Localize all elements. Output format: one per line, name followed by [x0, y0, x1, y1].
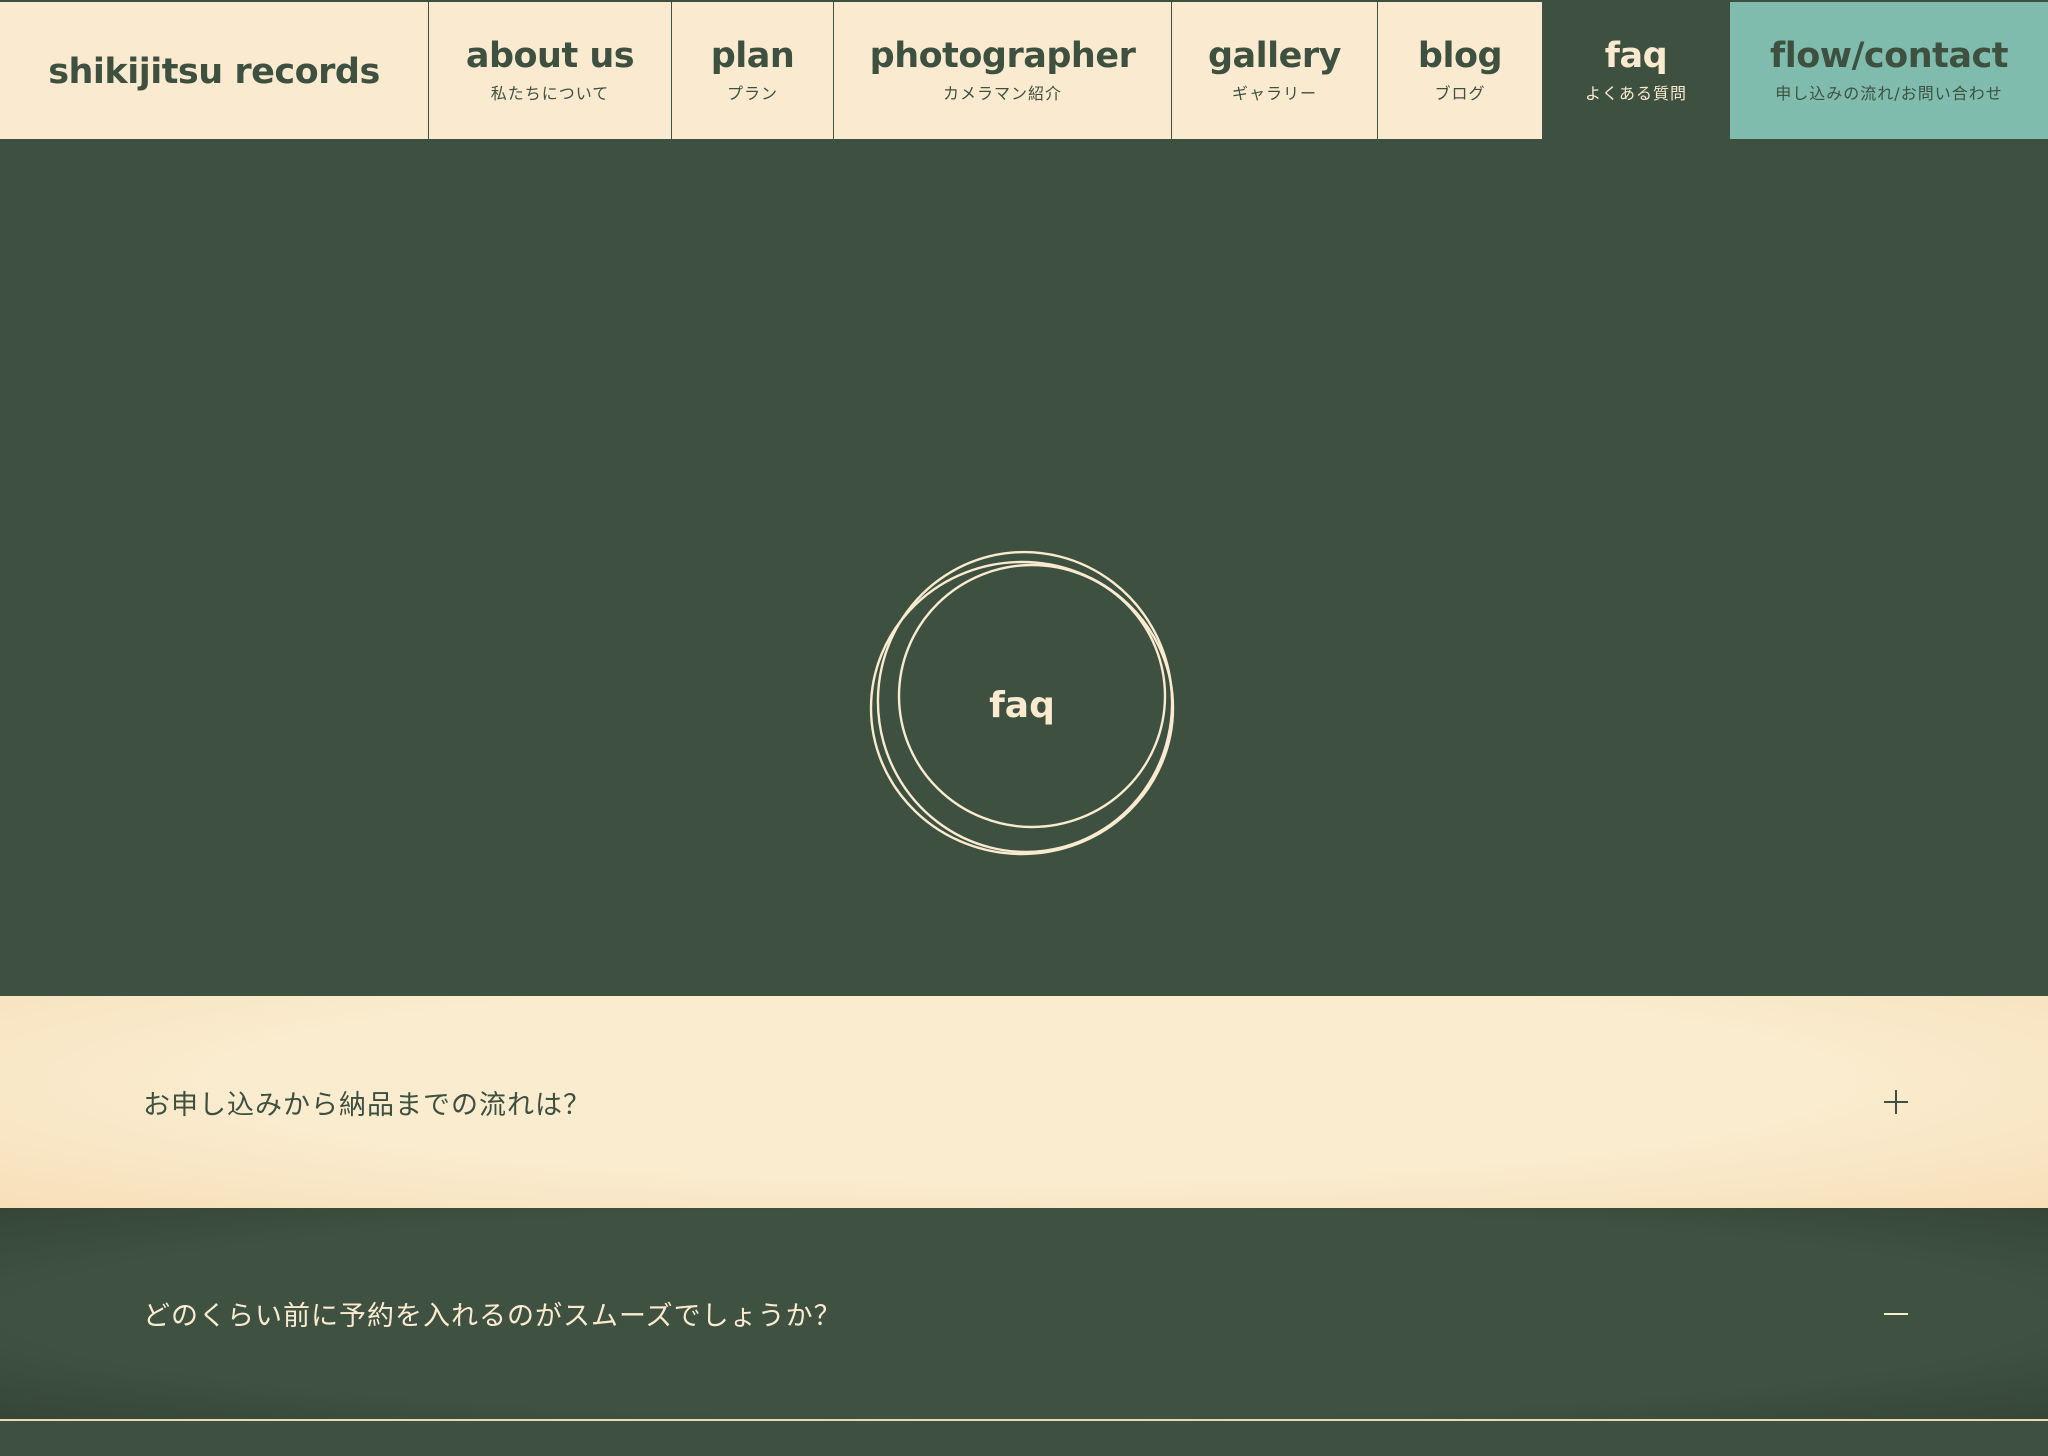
site-logo[interactable]: shikijitsu records	[0, 2, 429, 139]
nav-item-about-us[interactable]: about us 私たちについて	[429, 2, 672, 139]
nav-item-label: faq	[1604, 36, 1668, 76]
page-title: faq	[989, 685, 1055, 726]
main-nav: shikijitsu records about us 私たちについて plan…	[0, 0, 2048, 139]
faq-question: お申し込みから納品までの流れは？	[143, 1089, 591, 1121]
nav-item-sublabel: プラン	[726, 84, 778, 103]
nav-item-sublabel: ブログ	[1434, 84, 1486, 103]
nav-item-faq[interactable]: faq よくある質問	[1542, 2, 1730, 139]
nav-item-label: flow/contact	[1770, 36, 2008, 76]
faq-item[interactable]: どのくらい前に予約を入れるのがスムーズでしょうか？	[0, 1208, 2048, 1419]
faq-item[interactable]: お申し込みから納品までの流れは？	[0, 996, 2048, 1208]
plus-icon[interactable]	[1884, 1090, 1908, 1114]
nav-item-sublabel: カメラマン紹介	[942, 84, 1062, 103]
faq-answer-area	[0, 1421, 2048, 1456]
nav-item-blog[interactable]: blog ブログ	[1378, 2, 1542, 139]
nav-item-sublabel: 申し込みの流れ/お問い合わせ	[1775, 84, 2003, 103]
nav-item-label: plan	[710, 36, 795, 76]
nav-item-flow-contact[interactable]: flow/contact 申し込みの流れ/お問い合わせ	[1730, 2, 2048, 139]
nav-item-plan[interactable]: plan プラン	[672, 2, 834, 139]
nav-item-gallery[interactable]: gallery ギャラリー	[1172, 2, 1378, 139]
nav-item-label: gallery	[1208, 36, 1341, 76]
nav-item-label: blog	[1417, 36, 1503, 76]
nav-item-label: photographer	[869, 36, 1136, 76]
faq-question: どのくらい前に予約を入れるのがスムーズでしょうか？	[143, 1301, 842, 1332]
hero-section: faq	[0, 139, 2048, 996]
site-logo-text: shikijitsu records	[48, 52, 380, 92]
nav-item-sublabel: 私たちについて	[490, 84, 610, 103]
nav-item-label: about us	[465, 36, 635, 76]
nav-item-photographer[interactable]: photographer カメラマン紹介	[834, 2, 1172, 139]
minus-icon[interactable]	[1884, 1302, 1908, 1326]
nav-item-sublabel: ギャラリー	[1231, 84, 1317, 103]
nav-item-sublabel: よくある質問	[1584, 84, 1687, 103]
